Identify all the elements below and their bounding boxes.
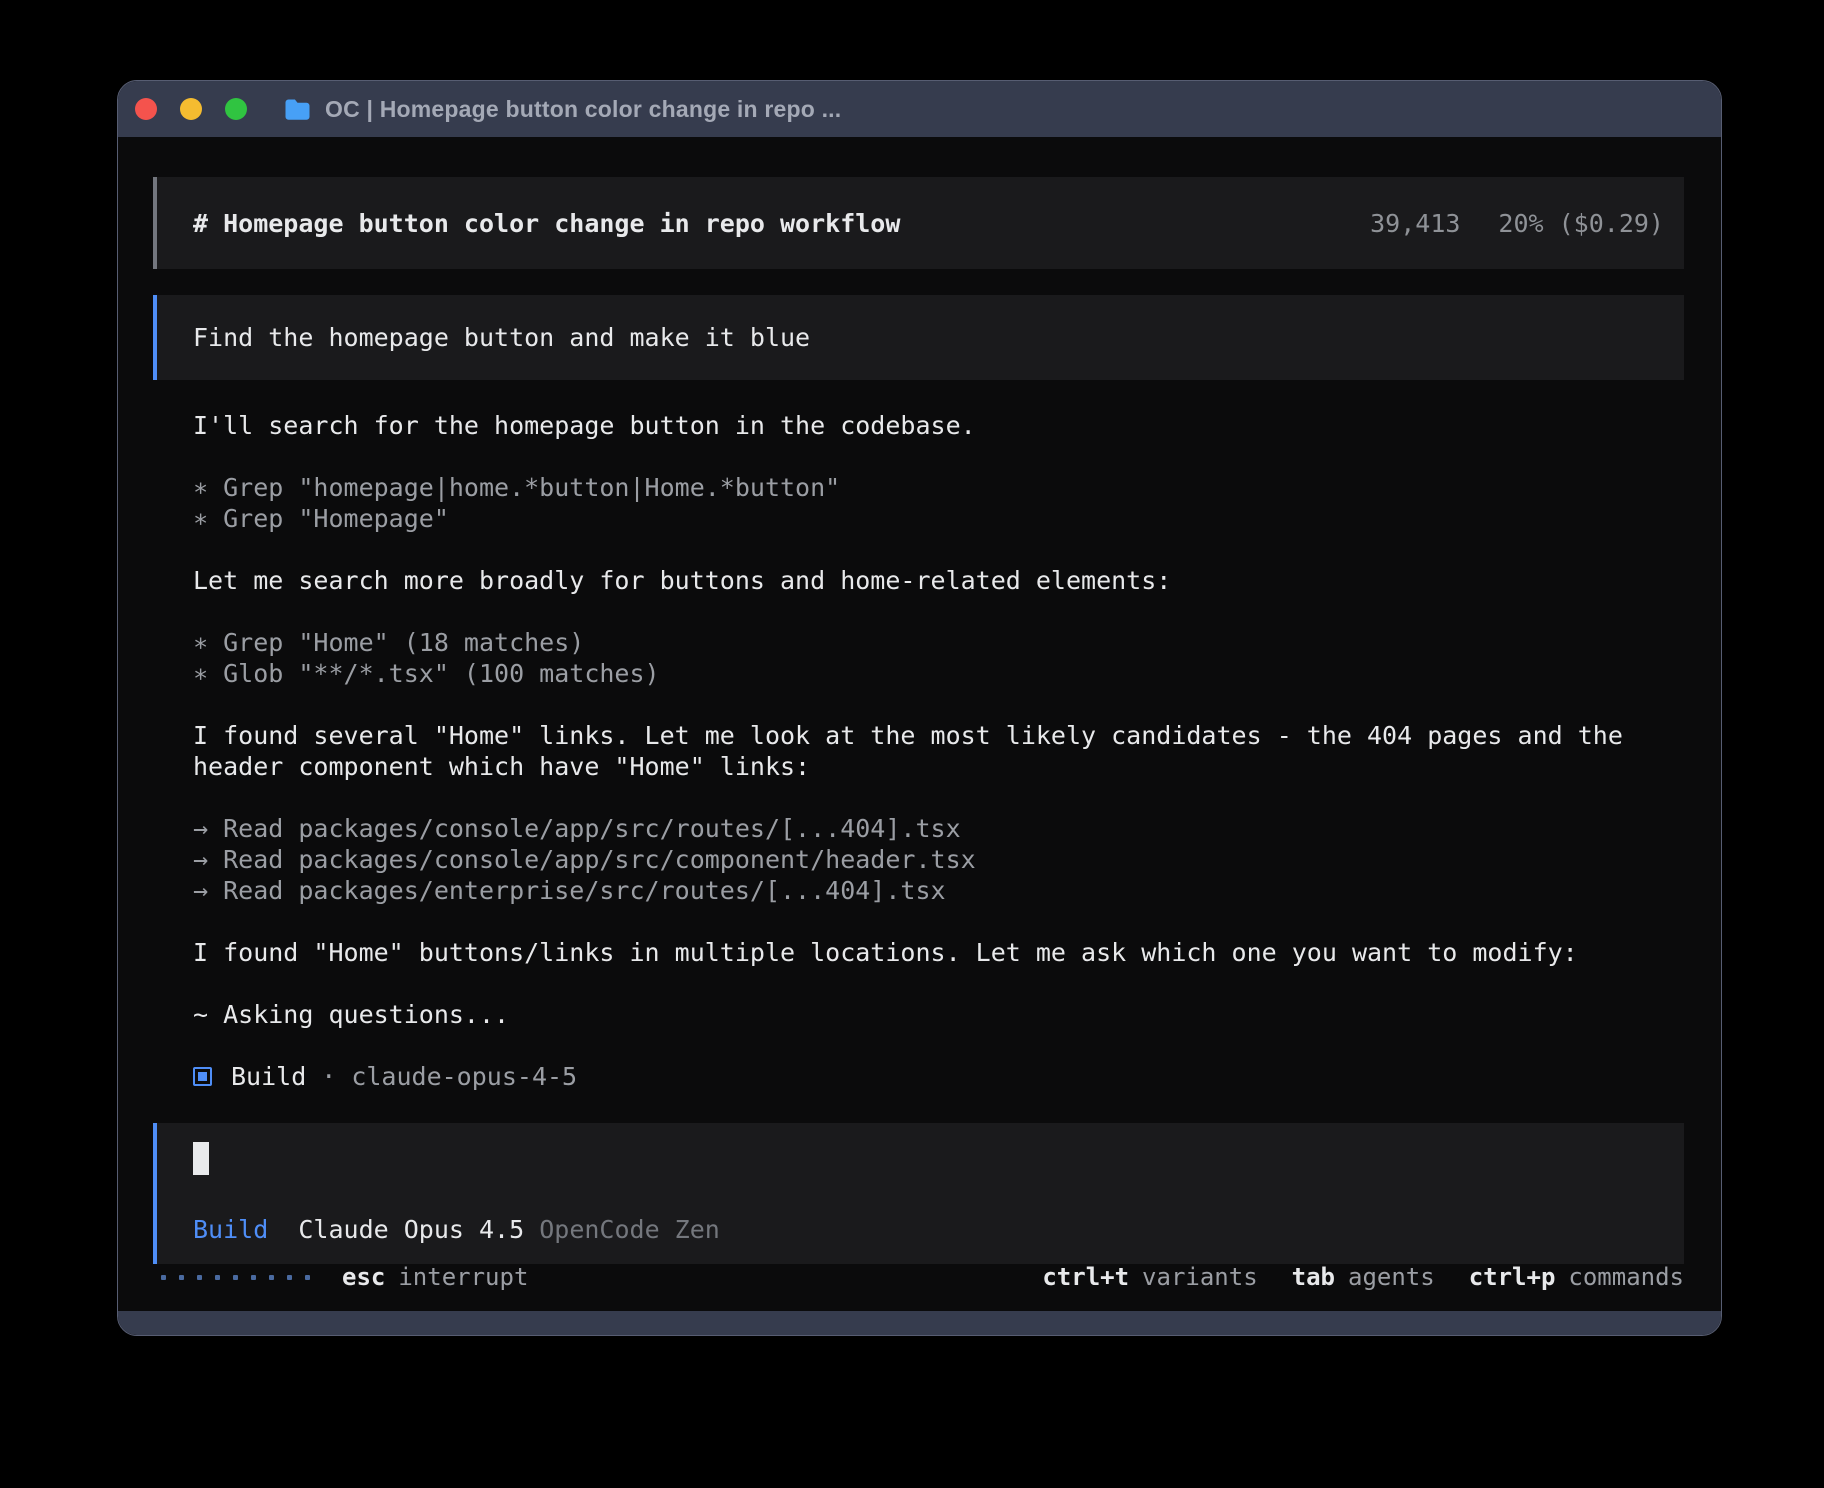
agent-model: claude-opus-4-5 [351, 1061, 577, 1092]
session-stats: 39,413 20% ($0.29) [1370, 208, 1664, 239]
provider-label: OpenCode Zen [539, 1214, 720, 1245]
agent-name: Build [231, 1061, 306, 1092]
assistant-paragraph: Let me search more broadly for buttons a… [193, 565, 1684, 596]
user-message-text: Find the homepage button and make it blu… [193, 322, 810, 353]
assistant-paragraph: I'll search for the homepage button in t… [193, 410, 1684, 441]
agent-mode-label[interactable]: Build [193, 1214, 268, 1245]
tool-call-grep[interactable]: ∗ Grep "homepage|home.*button|Home.*butt… [193, 472, 1684, 503]
assistant-paragraph: I found "Home" buttons/links in multiple… [193, 937, 1684, 968]
build-agent-icon [193, 1067, 212, 1086]
agent-badge: Build · claude-opus-4-5 [193, 1061, 1684, 1092]
status-bar: esc interrupt ctrl+t variants tab agents… [153, 1262, 1684, 1293]
user-message: Find the homepage button and make it blu… [153, 295, 1684, 380]
terminal-content: # Homepage button color change in repo w… [118, 137, 1721, 1313]
input-meta: Build Claude Opus 4.5 OpenCode Zen [193, 1214, 1648, 1245]
window-title: OC | Homepage button color change in rep… [325, 96, 841, 123]
tool-call-grep[interactable]: ∗ Grep "Homepage" [193, 503, 1684, 534]
status-left: esc interrupt [153, 1262, 528, 1293]
model-label[interactable]: Claude Opus 4.5 [298, 1214, 524, 1245]
esc-key-hint: esc [342, 1262, 385, 1293]
terminal-window: OC | Homepage button color change in rep… [117, 80, 1722, 1336]
status-right: ctrl+t variants tab agents ctrl+p comman… [1042, 1262, 1684, 1293]
token-count: 39,413 [1370, 208, 1460, 239]
activity-status: ~ Asking questions... [193, 999, 1684, 1030]
session-title: # Homepage button color change in repo w… [193, 208, 900, 239]
tool-call-read[interactable]: → Read packages/enterprise/src/routes/[.… [193, 875, 1684, 906]
folder-icon [284, 98, 311, 121]
tool-call-grep[interactable]: ∗ Grep "Home" (18 matches) [193, 627, 1684, 658]
assistant-paragraph: I found several "Home" links. Let me loo… [193, 720, 1684, 782]
interrupt-label: interrupt [398, 1262, 528, 1293]
context-usage: 20% ($0.29) [1498, 208, 1664, 239]
window-titlebar[interactable]: OC | Homepage button color change in rep… [118, 81, 1721, 137]
minimize-button[interactable] [180, 98, 202, 120]
spinner-dots-icon [161, 1275, 310, 1280]
shortcut-variants: ctrl+t variants [1042, 1262, 1257, 1293]
prompt-input[interactable]: Build Claude Opus 4.5 OpenCode Zen [153, 1123, 1684, 1264]
tool-call-read[interactable]: → Read packages/console/app/src/componen… [193, 844, 1684, 875]
zoom-button[interactable] [225, 98, 247, 120]
close-button[interactable] [135, 98, 157, 120]
shortcut-commands: ctrl+p commands [1469, 1262, 1684, 1293]
tool-call-glob[interactable]: ∗ Glob "**/*.tsx" (100 matches) [193, 658, 1684, 689]
session-header: # Homepage button color change in repo w… [153, 177, 1684, 269]
text-cursor [193, 1142, 209, 1175]
tool-call-read[interactable]: → Read packages/console/app/src/routes/[… [193, 813, 1684, 844]
shortcut-agents: tab agents [1292, 1262, 1435, 1293]
agent-separator: · [321, 1061, 336, 1092]
assistant-transcript: I'll search for the homepage button in t… [193, 410, 1684, 1092]
window-bottom-bar [118, 1311, 1721, 1335]
traffic-lights [135, 98, 247, 120]
